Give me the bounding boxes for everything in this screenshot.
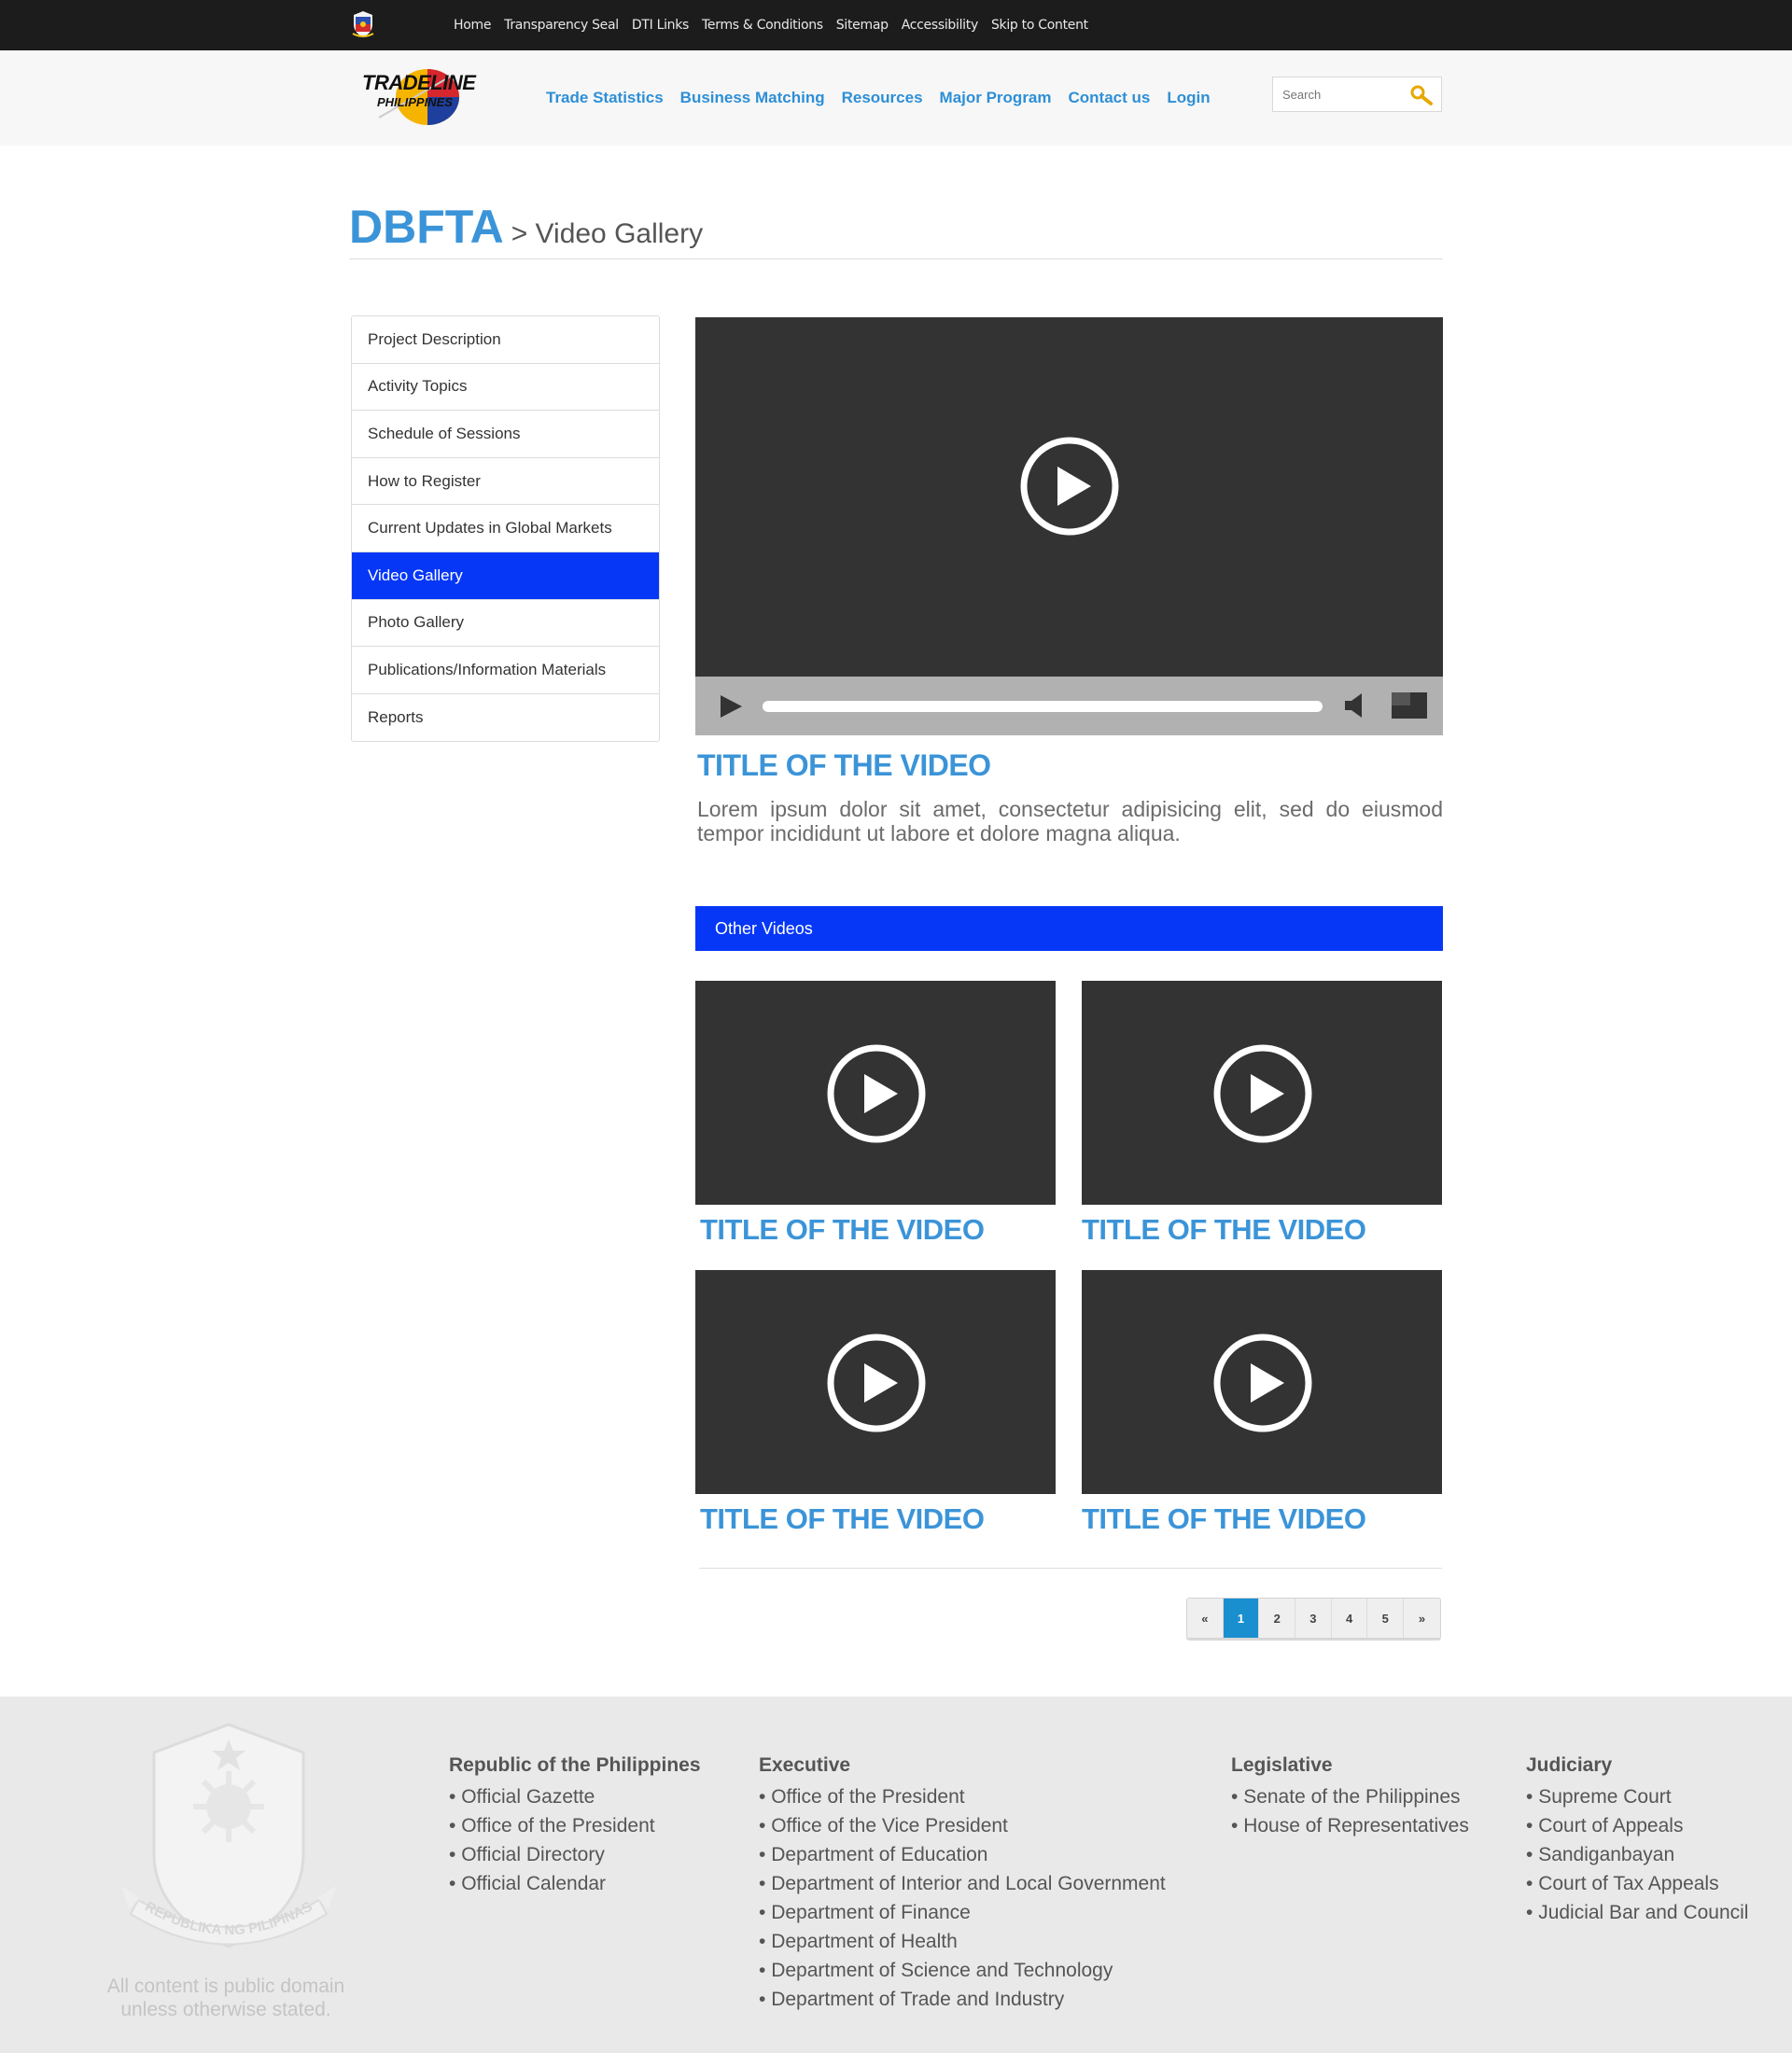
- footer-link[interactable]: Senate of the Philippines: [1231, 1782, 1469, 1811]
- search-icon[interactable]: [1409, 84, 1434, 106]
- nav-business-matching[interactable]: Business Matching: [680, 89, 825, 107]
- pagination-prev[interactable]: «: [1187, 1599, 1224, 1638]
- page-title-block: DBFTA > Video Gallery: [349, 200, 1443, 259]
- site-header: TRADELINE PHILIPPINES Trade Statistics B…: [0, 50, 1792, 146]
- play-circle-icon[interactable]: [827, 1334, 926, 1432]
- footer-heading: Executive: [759, 1754, 851, 1776]
- pagination-page-3[interactable]: 3: [1295, 1599, 1332, 1638]
- video-thumbnail-title[interactable]: TITLE OF THE VIDEO: [1082, 1502, 1366, 1536]
- footer-link[interactable]: Department of Trade and Industry: [759, 1985, 1166, 2014]
- government-seal-icon[interactable]: [349, 9, 377, 39]
- sidebar-item-reports[interactable]: Reports: [352, 694, 659, 742]
- pagination-page-2[interactable]: 2: [1259, 1599, 1296, 1638]
- sidebar-item-publications[interactable]: Publications/Information Materials: [352, 647, 659, 694]
- footer-column-judiciary: Judiciary Supreme Court Court of Appeals…: [1526, 1754, 1748, 1927]
- play-circle-icon[interactable]: [1213, 1334, 1312, 1432]
- nav-resources[interactable]: Resources: [842, 89, 923, 107]
- sidebar-menu: Project Description Activity Topics Sche…: [351, 315, 660, 743]
- search-box: [1272, 77, 1442, 112]
- footer-link[interactable]: Department of Interior and Local Governm…: [759, 1869, 1166, 1898]
- sidebar-item-current-updates[interactable]: Current Updates in Global Markets: [352, 505, 659, 552]
- video-thumbnail[interactable]: [1082, 981, 1442, 1205]
- tradeline-logo[interactable]: TRADELINE PHILIPPINES: [351, 58, 487, 131]
- footer-link[interactable]: Official Directory: [449, 1840, 701, 1869]
- seek-bar[interactable]: [763, 701, 1323, 712]
- footer-heading: Judiciary: [1526, 1754, 1613, 1776]
- footer-link[interactable]: Department of Science and Technology: [759, 1956, 1166, 1985]
- utility-bar: Home Transparency Seal DTI Links Terms &…: [0, 0, 1792, 50]
- top-link-home[interactable]: Home: [454, 18, 491, 33]
- footer-link[interactable]: Office of the Vice President: [759, 1811, 1166, 1840]
- featured-video-description: Lorem ipsum dolor sit amet, consectetur …: [697, 797, 1443, 845]
- footer-link[interactable]: Office of the President: [449, 1811, 701, 1840]
- video-thumbnail[interactable]: [1082, 1270, 1442, 1494]
- volume-icon[interactable]: [1343, 691, 1369, 719]
- footer-link[interactable]: Sandiganbayan: [1526, 1840, 1748, 1869]
- video-screen[interactable]: [695, 317, 1443, 677]
- sidebar-item-video-gallery[interactable]: Video Gallery: [352, 552, 659, 600]
- site-footer: REPUBLIKA NG PILIPINAS All content is pu…: [0, 1697, 1792, 2053]
- pagination-page-4[interactable]: 4: [1331, 1599, 1368, 1638]
- logo-text-tradeline: TRADELINE: [362, 71, 476, 94]
- video-thumbnail-title[interactable]: TITLE OF THE VIDEO: [700, 1213, 985, 1247]
- breadcrumb: > Video Gallery: [511, 218, 704, 249]
- nav-contact-us[interactable]: Contact us: [1069, 89, 1151, 107]
- public-domain-notice: All content is public domain unless othe…: [106, 1976, 345, 2020]
- footer-column-legislative: Legislative Senate of the Philippines Ho…: [1231, 1754, 1469, 1840]
- featured-video-player: [695, 317, 1443, 735]
- play-icon[interactable]: [718, 693, 744, 719]
- footer-link[interactable]: Supreme Court: [1526, 1782, 1748, 1811]
- other-videos-heading: Other Videos: [695, 906, 1443, 951]
- footer-link[interactable]: Judicial Bar and Council: [1526, 1898, 1748, 1927]
- pagination-next[interactable]: »: [1404, 1599, 1440, 1638]
- logo-text-philippines: PHILIPPINES: [377, 95, 453, 109]
- republic-seal-icon: REPUBLIKA NG PILIPINAS: [121, 1723, 336, 1948]
- top-link-transparency-seal[interactable]: Transparency Seal: [504, 18, 619, 33]
- sidebar-item-schedule-of-sessions[interactable]: Schedule of Sessions: [352, 411, 659, 458]
- footer-heading: Legislative: [1231, 1754, 1333, 1776]
- footer-link[interactable]: Official Gazette: [449, 1782, 701, 1811]
- footer-link[interactable]: Department of Education: [759, 1840, 1166, 1869]
- nav-major-program[interactable]: Major Program: [940, 89, 1052, 107]
- footer-link[interactable]: Court of Appeals: [1526, 1811, 1748, 1840]
- featured-video-title[interactable]: TITLE OF THE VIDEO: [697, 748, 991, 783]
- nav-trade-statistics[interactable]: Trade Statistics: [546, 89, 664, 107]
- page-title: DBFTA: [349, 201, 504, 253]
- footer-link[interactable]: Department of Health: [759, 1927, 1166, 1956]
- sidebar-item-photo-gallery[interactable]: Photo Gallery: [352, 600, 659, 648]
- footer-link[interactable]: Department of Finance: [759, 1898, 1166, 1927]
- video-thumbnail[interactable]: [695, 1270, 1056, 1494]
- footer-heading: Republic of the Philippines: [449, 1754, 701, 1776]
- search-input[interactable]: [1273, 77, 1404, 111]
- video-thumbnail-title[interactable]: TITLE OF THE VIDEO: [700, 1502, 985, 1536]
- top-link-terms[interactable]: Terms & Conditions: [702, 18, 823, 33]
- top-link-accessibility[interactable]: Accessibility: [902, 18, 979, 33]
- content-divider: [699, 1568, 1442, 1569]
- top-link-sitemap[interactable]: Sitemap: [836, 18, 889, 33]
- play-circle-icon[interactable]: [1213, 1044, 1312, 1143]
- top-link-skip-to-content[interactable]: Skip to Content: [991, 18, 1088, 33]
- pagination-page-1[interactable]: 1: [1223, 1599, 1260, 1638]
- video-thumbnail[interactable]: [695, 981, 1056, 1205]
- footer-link[interactable]: Court of Tax Appeals: [1526, 1869, 1748, 1898]
- fullscreen-icon[interactable]: [1391, 691, 1428, 719]
- play-circle-icon[interactable]: [827, 1044, 926, 1143]
- sidebar-item-activity-topics[interactable]: Activity Topics: [352, 364, 659, 412]
- video-controls: [695, 677, 1443, 735]
- top-link-dti-links[interactable]: DTI Links: [632, 18, 689, 33]
- footer-column-executive: Executive Office of the President Office…: [759, 1754, 1166, 2014]
- sidebar-item-how-to-register[interactable]: How to Register: [352, 458, 659, 506]
- video-thumbnail-title[interactable]: TITLE OF THE VIDEO: [1082, 1213, 1366, 1247]
- footer-link[interactable]: House of Representatives: [1231, 1811, 1469, 1840]
- footer-link[interactable]: Office of the President: [759, 1782, 1166, 1811]
- nav-login[interactable]: Login: [1167, 89, 1210, 107]
- utility-links: Home Transparency Seal DTI Links Terms &…: [454, 0, 1101, 50]
- pagination: « 1 2 3 4 5 »: [1186, 1598, 1441, 1639]
- sidebar-item-project-description[interactable]: Project Description: [352, 316, 659, 364]
- footer-column-republic: Republic of the Philippines Official Gaz…: [449, 1754, 701, 1898]
- play-circle-icon[interactable]: [1020, 437, 1119, 536]
- footer-link[interactable]: Official Calendar: [449, 1869, 701, 1898]
- pagination-page-5[interactable]: 5: [1367, 1599, 1405, 1638]
- main-nav: Trade Statistics Business Matching Resou…: [546, 50, 1227, 146]
